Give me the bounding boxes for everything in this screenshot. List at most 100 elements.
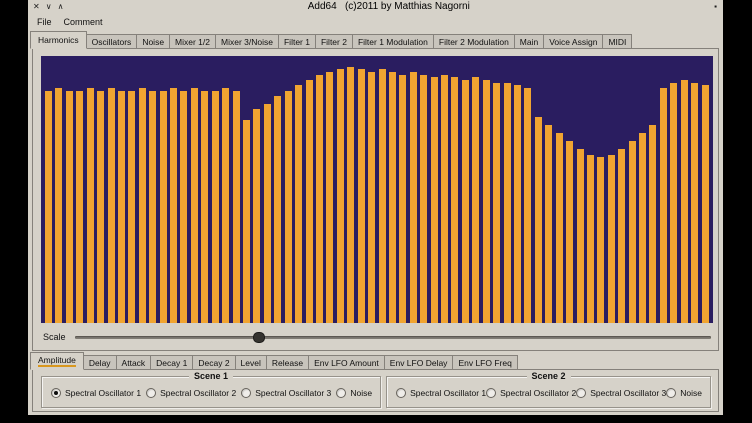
harmonic-bar-20[interactable] [243,120,250,323]
harmonic-bar-41[interactable] [462,80,469,323]
harmonic-bar-40[interactable] [451,77,458,323]
harmonic-bar-48[interactable] [535,117,542,323]
harmonic-bar-4[interactable] [76,91,83,323]
harmonic-bar-17[interactable] [212,91,219,323]
radio-scene-2-spectral-oscillator-2[interactable]: Spectral Oscillator 2 [486,388,576,398]
tab-amplitude[interactable]: Amplitude [30,352,84,370]
tab-attack[interactable]: Attack [116,355,152,370]
harmonic-bar-52[interactable] [577,149,584,323]
harmonic-bar-26[interactable] [306,80,313,323]
harmonic-bar-14[interactable] [180,91,187,323]
harmonic-bar-19[interactable] [233,91,240,323]
harmonic-bar-16[interactable] [201,91,208,323]
harmonic-bar-10[interactable] [139,88,146,323]
harmonic-bar-28[interactable] [326,72,333,323]
window-menu-icon[interactable]: ▪ [714,2,717,11]
tab-filter-2-modulation[interactable]: Filter 2 Modulation [433,34,515,49]
harmonic-bar-31[interactable] [358,69,365,323]
tab-env-lfo-freq[interactable]: Env LFO Freq [452,355,517,370]
harmonic-bar-57[interactable] [629,141,636,323]
harmonic-bar-62[interactable] [681,80,688,323]
harmonic-bar-42[interactable] [472,77,479,323]
harmonic-bar-44[interactable] [493,83,500,323]
harmonic-bar-15[interactable] [191,88,198,323]
radio-scene-2-spectral-oscillator-3[interactable]: Spectral Oscillator 3 [576,388,666,398]
tab-noise[interactable]: Noise [136,34,170,49]
harmonic-bar-21[interactable] [253,109,260,323]
title-bar[interactable]: ✕∨∧ Add64 (c)2011 by Matthias Nagorni ▪ [28,0,723,13]
harmonic-bar-59[interactable] [649,125,656,323]
harmonic-bar-22[interactable] [264,104,271,323]
tab-mixer-3-noise[interactable]: Mixer 3/Noise [215,34,279,49]
tab-filter-2[interactable]: Filter 2 [315,34,353,49]
harmonic-bar-38[interactable] [431,77,438,323]
radio-scene-1-spectral-oscillator-2[interactable]: Spectral Oscillator 2 [146,388,236,398]
tab-voice-assign[interactable]: Voice Assign [543,34,603,49]
tab-filter-1-modulation[interactable]: Filter 1 Modulation [352,34,434,49]
harmonic-bar-56[interactable] [618,149,625,323]
harmonic-bar-25[interactable] [295,85,302,323]
harmonic-bar-36[interactable] [410,72,417,323]
tab-delay[interactable]: Delay [83,355,117,370]
tab-oscillators[interactable]: Oscillators [86,34,138,49]
scale-slider-handle[interactable] [253,332,265,343]
scale-slider-groove[interactable] [75,336,711,339]
harmonic-bar-47[interactable] [524,88,531,323]
harmonic-bar-3[interactable] [66,91,73,323]
tab-decay-1[interactable]: Decay 1 [150,355,193,370]
radio-scene-2-spectral-oscillator-1[interactable]: Spectral Oscillator 1 [396,388,486,398]
tab-midi[interactable]: MIDI [602,34,632,49]
harmonic-bar-35[interactable] [399,75,406,323]
harmonic-bar-29[interactable] [337,69,344,323]
harmonic-bar-33[interactable] [379,69,386,323]
radio-scene-1-noise[interactable]: Noise [336,388,372,398]
tab-main[interactable]: Main [514,34,544,49]
harmonic-bar-7[interactable] [108,88,115,323]
harmonic-bar-58[interactable] [639,133,646,323]
harmonic-bar-60[interactable] [660,88,667,323]
harmonics-display[interactable] [41,56,713,323]
harmonic-bar-24[interactable] [285,91,292,323]
tab-env-lfo-amount[interactable]: Env LFO Amount [308,355,385,370]
harmonic-bar-8[interactable] [118,91,125,323]
harmonic-bar-1[interactable] [45,91,52,323]
harmonic-bar-63[interactable] [691,83,698,323]
harmonic-bar-61[interactable] [670,83,677,323]
window-shade-icon[interactable]: ∨ [46,2,52,11]
tab-level[interactable]: Level [235,355,267,370]
radio-scene-2-noise[interactable]: Noise [666,388,702,398]
harmonic-bar-2[interactable] [55,88,62,323]
harmonic-bar-54[interactable] [597,157,604,323]
harmonic-bar-13[interactable] [170,88,177,323]
tab-filter-1[interactable]: Filter 1 [278,34,316,49]
harmonic-bar-45[interactable] [504,83,511,323]
scale-slider[interactable] [75,331,711,344]
menu-item-comment[interactable]: Comment [58,15,109,29]
harmonic-bar-30[interactable] [347,67,354,323]
harmonic-bar-46[interactable] [514,85,521,323]
radio-scene-1-spectral-oscillator-3[interactable]: Spectral Oscillator 3 [241,388,331,398]
harmonic-bar-12[interactable] [160,91,167,323]
harmonic-bar-64[interactable] [702,85,709,323]
tab-decay-2[interactable]: Decay 2 [192,355,235,370]
harmonic-bar-39[interactable] [441,75,448,323]
harmonic-bar-34[interactable] [389,72,396,323]
harmonic-bar-18[interactable] [222,88,229,323]
harmonic-bar-50[interactable] [556,133,563,323]
harmonic-bar-27[interactable] [316,75,323,323]
menu-item-file[interactable]: File [31,15,58,29]
harmonic-bar-5[interactable] [87,88,94,323]
tab-mixer-1-2[interactable]: Mixer 1/2 [169,34,216,49]
harmonic-bar-32[interactable] [368,72,375,323]
tab-release[interactable]: Release [266,355,309,370]
harmonic-bar-51[interactable] [566,141,573,323]
harmonic-bar-49[interactable] [545,125,552,323]
tab-env-lfo-delay[interactable]: Env LFO Delay [384,355,454,370]
harmonic-bar-9[interactable] [128,91,135,323]
window-close-icon[interactable]: ✕ [33,2,40,11]
radio-scene-1-spectral-oscillator-1[interactable]: Spectral Oscillator 1 [51,388,141,398]
tab-harmonics[interactable]: Harmonics [30,31,87,49]
harmonic-bar-53[interactable] [587,155,594,323]
harmonic-bar-6[interactable] [97,91,104,323]
harmonic-bar-23[interactable] [274,96,281,323]
